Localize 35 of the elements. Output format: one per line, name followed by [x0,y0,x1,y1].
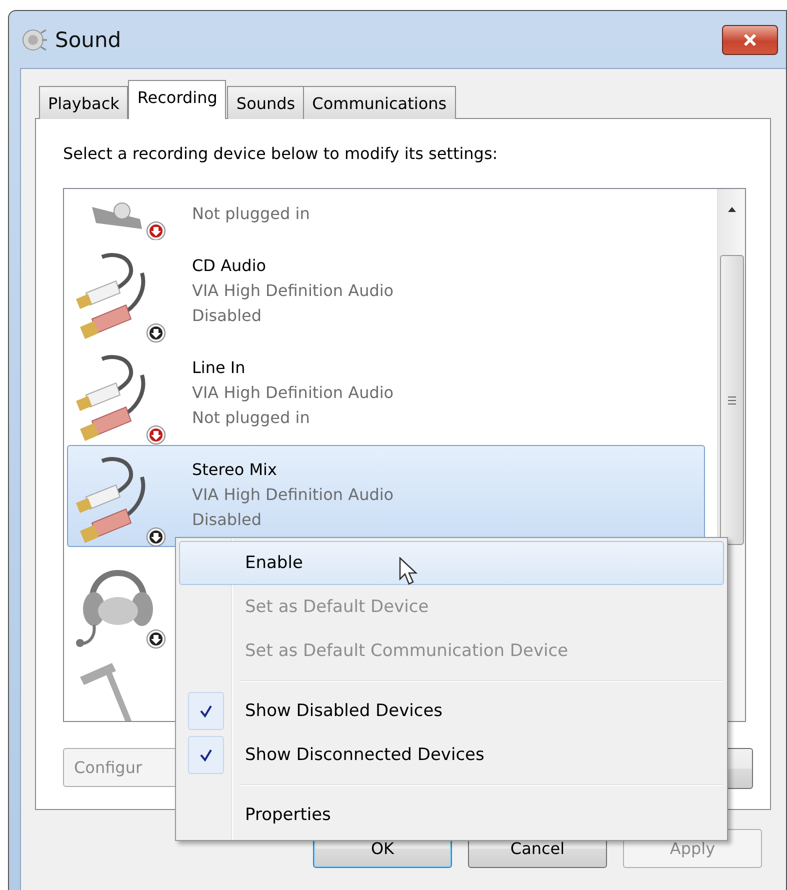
jack-icon [92,202,142,229]
close-button[interactable] [722,24,778,54]
scroll-up-icon[interactable] [726,205,738,213]
device-driver: VIA High Definition Audio [192,382,394,404]
device-name: Stereo Mix [192,459,278,481]
close-icon [742,32,758,46]
device-driver: VIA High Definition Audio [192,484,394,506]
tab[interactable]: Communications [303,86,456,119]
tab[interactable]: Playback [39,86,128,119]
menu-item[interactable]: Enable [179,541,724,585]
speaker-icon [21,26,47,52]
down-arrow-icon [146,324,166,342]
tab[interactable]: Sounds [227,86,304,119]
cable-icon [76,355,146,441]
headset-icon [76,570,153,647]
instruction-text: Select a recording device below to modify its settings: [63,143,499,165]
down-arrow-icon [146,222,166,240]
tab[interactable]: Recording [128,80,226,119]
microphone-icon [80,663,133,721]
down-arrow-icon [146,528,166,546]
down-arrow-icon [146,630,166,648]
down-arrow-icon [146,426,166,444]
device-status: Disabled [192,509,263,531]
cable-icon [76,253,146,339]
cable-icon [76,457,146,543]
device-status: Disabled [192,305,263,327]
device-name: Line In [192,357,246,379]
window-title: Sound [55,28,122,52]
device-name: CD Audio [192,255,268,277]
device-status: Not plugged in [192,407,311,429]
selected-row[interactable]: Stereo Mix VIA High Definition Audio Disabled [67,445,705,547]
device-status: Not plugged in [192,203,310,225]
scroll-thumb[interactable] [720,255,744,545]
grip-icon [726,396,736,404]
device-driver: VIA High Definition Audio [192,280,394,302]
